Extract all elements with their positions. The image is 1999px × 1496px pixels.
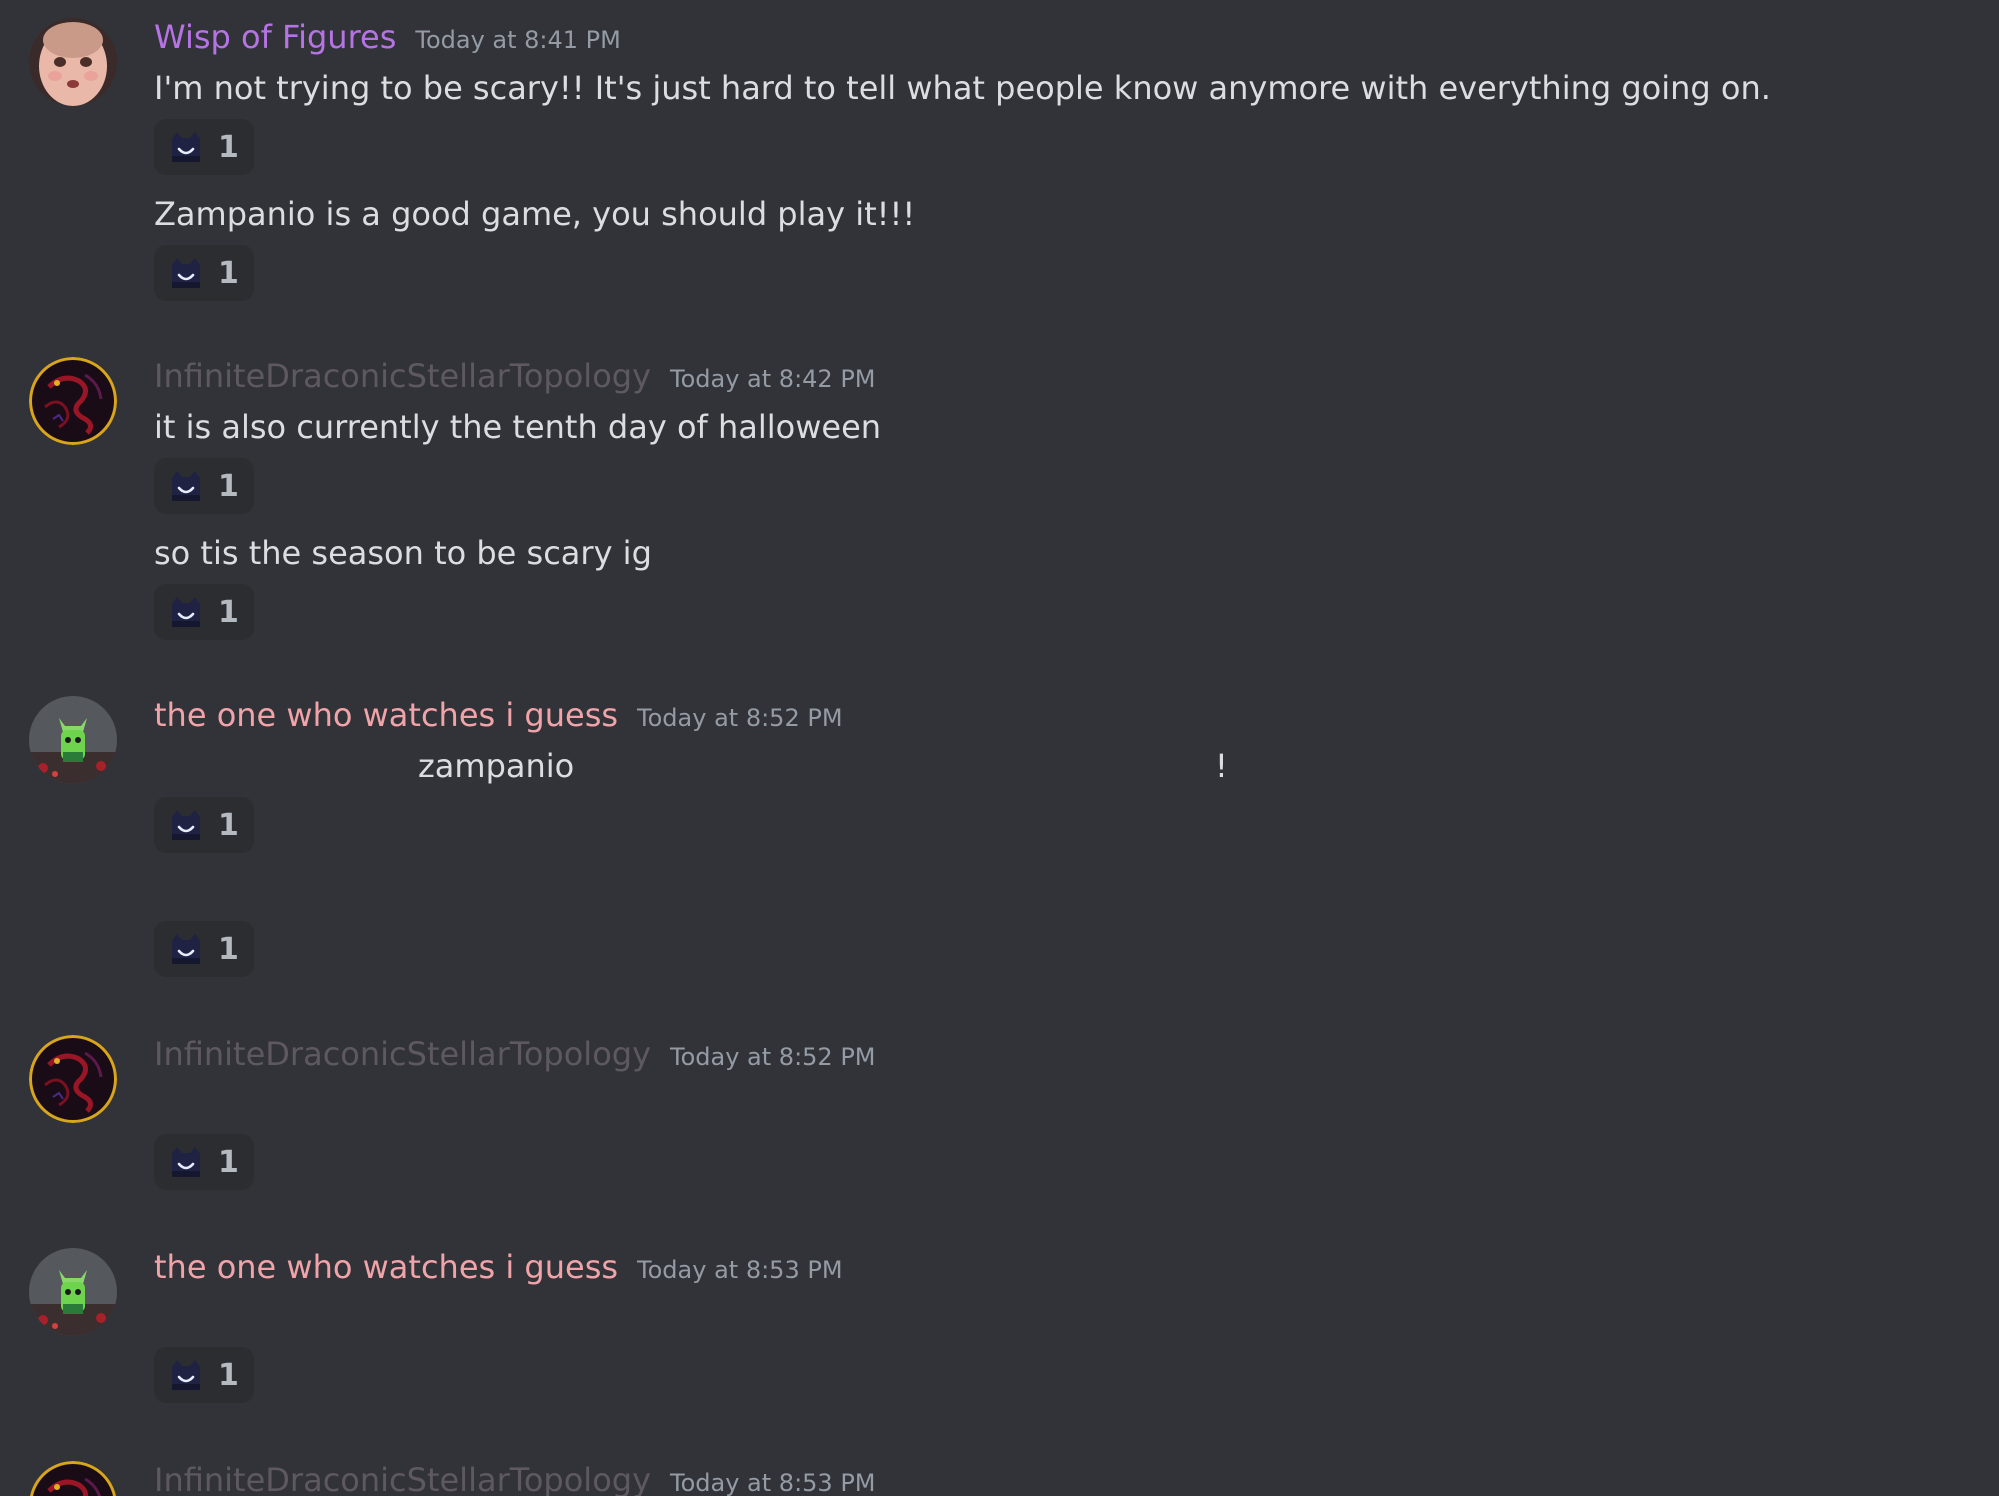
hat-face-emoji-icon: [168, 807, 204, 843]
hat-face-emoji-icon: [168, 255, 204, 291]
reaction-count: 1: [218, 1357, 239, 1393]
red-dragon-avatar-icon: [29, 1035, 117, 1123]
message-header: InfiniteDraconicStellarTopology Today at…: [154, 1461, 876, 1496]
username[interactable]: Wisp of Figures: [154, 18, 396, 56]
hat-face-emoji-icon: [168, 931, 204, 967]
hat-face-emoji-icon: [168, 594, 204, 630]
hat-face-emoji-icon: [168, 1144, 204, 1180]
avatar[interactable]: [29, 357, 117, 445]
reaction-button[interactable]: 1: [154, 1134, 254, 1190]
reaction-button[interactable]: 1: [154, 458, 254, 514]
message-text-part: !: [1215, 747, 1228, 785]
reaction-button[interactable]: 1: [154, 584, 254, 640]
reaction-count: 1: [218, 468, 239, 504]
doll-face-avatar-icon: [29, 18, 117, 106]
message-header: InfiniteDraconicStellarTopology Today at…: [154, 1035, 876, 1073]
message-text-part: zampanio: [418, 747, 575, 785]
timestamp[interactable]: Today at 8:53 PM: [637, 1256, 843, 1284]
timestamp[interactable]: Today at 8:52 PM: [670, 1043, 876, 1071]
reaction-count: 1: [218, 594, 239, 630]
green-creature-avatar-icon: [29, 696, 117, 784]
timestamp[interactable]: Today at 8:42 PM: [670, 365, 876, 393]
message-text: I'm not trying to be scary!! It's just h…: [154, 69, 1771, 107]
avatar[interactable]: [29, 1461, 117, 1496]
red-dragon-avatar-icon: [29, 357, 117, 445]
reaction-count: 1: [218, 807, 239, 843]
reaction-count: 1: [218, 255, 239, 291]
avatar[interactable]: [29, 1035, 117, 1123]
message-text: so tis the season to be scary ig: [154, 534, 652, 572]
reaction-button[interactable]: 1: [154, 119, 254, 175]
username[interactable]: InfiniteDraconicStellarTopology: [154, 357, 651, 395]
timestamp[interactable]: Today at 8:41 PM: [415, 26, 621, 54]
green-creature-avatar-icon: [29, 1248, 117, 1336]
reaction-button[interactable]: 1: [154, 921, 254, 977]
hat-face-emoji-icon: [168, 129, 204, 165]
timestamp[interactable]: Today at 8:53 PM: [670, 1469, 876, 1496]
hat-face-emoji-icon: [168, 1357, 204, 1393]
message-header: Wisp of Figures Today at 8:41 PM: [154, 18, 621, 56]
message-group-draconic: InfiniteDraconicStellarTopology Today at…: [0, 1443, 1999, 1496]
message-header: the one who watches i guess Today at 8:5…: [154, 696, 843, 734]
reaction-button[interactable]: 1: [154, 245, 254, 301]
message-header: InfiniteDraconicStellarTopology Today at…: [154, 357, 876, 395]
red-dragon-avatar-icon: [29, 1461, 117, 1496]
username[interactable]: InfiniteDraconicStellarTopology: [154, 1461, 651, 1496]
reaction-count: 1: [218, 129, 239, 165]
username[interactable]: the one who watches i guess: [154, 696, 618, 734]
timestamp[interactable]: Today at 8:52 PM: [637, 704, 843, 732]
hat-face-emoji-icon: [168, 468, 204, 504]
message-text: it is also currently the tenth day of ha…: [154, 408, 882, 446]
reaction-button[interactable]: 1: [154, 797, 254, 853]
avatar[interactable]: [29, 1248, 117, 1336]
avatar[interactable]: [29, 696, 117, 784]
reaction-button[interactable]: 1: [154, 1347, 254, 1403]
message-text: Zampanio is a good game, you should play…: [154, 195, 916, 233]
reaction-count: 1: [218, 1144, 239, 1180]
username[interactable]: InfiniteDraconicStellarTopology: [154, 1035, 651, 1073]
reaction-count: 1: [218, 931, 239, 967]
avatar[interactable]: [29, 18, 117, 106]
message-header: the one who watches i guess Today at 8:5…: [154, 1248, 843, 1286]
username[interactable]: the one who watches i guess: [154, 1248, 618, 1286]
